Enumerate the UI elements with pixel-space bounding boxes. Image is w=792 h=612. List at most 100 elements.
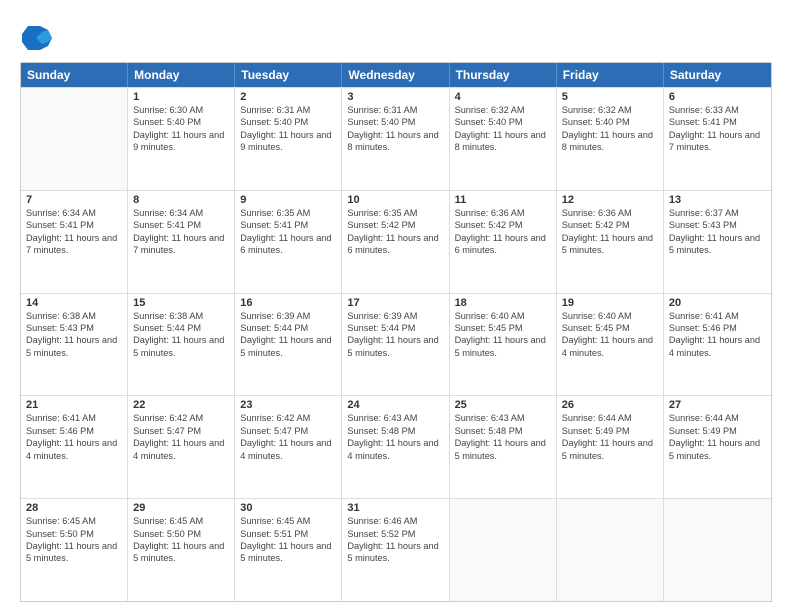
day-number: 24 xyxy=(347,399,443,411)
page: SundayMondayTuesdayWednesdayThursdayFrid… xyxy=(0,0,792,612)
cal-cell-14: 14Sunrise: 6:38 AM Sunset: 5:43 PM Dayli… xyxy=(21,294,128,396)
day-info: Sunrise: 6:36 AM Sunset: 5:42 PM Dayligh… xyxy=(562,207,658,257)
day-number: 11 xyxy=(455,194,551,206)
day-info: Sunrise: 6:35 AM Sunset: 5:41 PM Dayligh… xyxy=(240,207,336,257)
day-number: 27 xyxy=(669,399,766,411)
day-info: Sunrise: 6:45 AM Sunset: 5:51 PM Dayligh… xyxy=(240,515,336,565)
day-info: Sunrise: 6:42 AM Sunset: 5:47 PM Dayligh… xyxy=(133,412,229,462)
cal-cell-19: 19Sunrise: 6:40 AM Sunset: 5:45 PM Dayli… xyxy=(557,294,664,396)
day-info: Sunrise: 6:37 AM Sunset: 5:43 PM Dayligh… xyxy=(669,207,766,257)
day-info: Sunrise: 6:40 AM Sunset: 5:45 PM Dayligh… xyxy=(455,310,551,360)
cal-cell-empty-4-5 xyxy=(557,499,664,601)
day-info: Sunrise: 6:45 AM Sunset: 5:50 PM Dayligh… xyxy=(133,515,229,565)
header-day-sunday: Sunday xyxy=(21,63,128,87)
header xyxy=(20,18,772,50)
week-row-2: 14Sunrise: 6:38 AM Sunset: 5:43 PM Dayli… xyxy=(21,293,771,396)
day-number: 14 xyxy=(26,297,122,309)
day-info: Sunrise: 6:34 AM Sunset: 5:41 PM Dayligh… xyxy=(133,207,229,257)
day-number: 26 xyxy=(562,399,658,411)
day-info: Sunrise: 6:46 AM Sunset: 5:52 PM Dayligh… xyxy=(347,515,443,565)
cal-cell-21: 21Sunrise: 6:41 AM Sunset: 5:46 PM Dayli… xyxy=(21,396,128,498)
day-number: 2 xyxy=(240,91,336,103)
cal-cell-9: 9Sunrise: 6:35 AM Sunset: 5:41 PM Daylig… xyxy=(235,191,342,293)
day-info: Sunrise: 6:42 AM Sunset: 5:47 PM Dayligh… xyxy=(240,412,336,462)
cal-cell-18: 18Sunrise: 6:40 AM Sunset: 5:45 PM Dayli… xyxy=(450,294,557,396)
day-info: Sunrise: 6:38 AM Sunset: 5:43 PM Dayligh… xyxy=(26,310,122,360)
day-number: 1 xyxy=(133,91,229,103)
cal-cell-29: 29Sunrise: 6:45 AM Sunset: 5:50 PM Dayli… xyxy=(128,499,235,601)
cal-cell-8: 8Sunrise: 6:34 AM Sunset: 5:41 PM Daylig… xyxy=(128,191,235,293)
day-info: Sunrise: 6:31 AM Sunset: 5:40 PM Dayligh… xyxy=(240,104,336,154)
day-number: 13 xyxy=(669,194,766,206)
cal-cell-13: 13Sunrise: 6:37 AM Sunset: 5:43 PM Dayli… xyxy=(664,191,771,293)
day-info: Sunrise: 6:32 AM Sunset: 5:40 PM Dayligh… xyxy=(455,104,551,154)
day-info: Sunrise: 6:31 AM Sunset: 5:40 PM Dayligh… xyxy=(347,104,443,154)
day-info: Sunrise: 6:44 AM Sunset: 5:49 PM Dayligh… xyxy=(562,412,658,462)
day-number: 18 xyxy=(455,297,551,309)
header-day-saturday: Saturday xyxy=(664,63,771,87)
week-row-1: 7Sunrise: 6:34 AM Sunset: 5:41 PM Daylig… xyxy=(21,190,771,293)
logo-icon xyxy=(20,22,48,50)
logo xyxy=(20,22,52,50)
day-info: Sunrise: 6:39 AM Sunset: 5:44 PM Dayligh… xyxy=(240,310,336,360)
day-number: 17 xyxy=(347,297,443,309)
cal-cell-16: 16Sunrise: 6:39 AM Sunset: 5:44 PM Dayli… xyxy=(235,294,342,396)
day-number: 25 xyxy=(455,399,551,411)
day-number: 30 xyxy=(240,502,336,514)
day-info: Sunrise: 6:45 AM Sunset: 5:50 PM Dayligh… xyxy=(26,515,122,565)
day-number: 9 xyxy=(240,194,336,206)
day-number: 28 xyxy=(26,502,122,514)
header-day-tuesday: Tuesday xyxy=(235,63,342,87)
cal-cell-24: 24Sunrise: 6:43 AM Sunset: 5:48 PM Dayli… xyxy=(342,396,449,498)
cal-cell-6: 6Sunrise: 6:33 AM Sunset: 5:41 PM Daylig… xyxy=(664,88,771,190)
day-number: 29 xyxy=(133,502,229,514)
day-number: 22 xyxy=(133,399,229,411)
day-number: 3 xyxy=(347,91,443,103)
day-number: 5 xyxy=(562,91,658,103)
cal-cell-31: 31Sunrise: 6:46 AM Sunset: 5:52 PM Dayli… xyxy=(342,499,449,601)
cal-cell-17: 17Sunrise: 6:39 AM Sunset: 5:44 PM Dayli… xyxy=(342,294,449,396)
day-number: 20 xyxy=(669,297,766,309)
day-info: Sunrise: 6:33 AM Sunset: 5:41 PM Dayligh… xyxy=(669,104,766,154)
header-day-monday: Monday xyxy=(128,63,235,87)
day-number: 7 xyxy=(26,194,122,206)
cal-cell-1: 1Sunrise: 6:30 AM Sunset: 5:40 PM Daylig… xyxy=(128,88,235,190)
cal-cell-7: 7Sunrise: 6:34 AM Sunset: 5:41 PM Daylig… xyxy=(21,191,128,293)
cal-cell-10: 10Sunrise: 6:35 AM Sunset: 5:42 PM Dayli… xyxy=(342,191,449,293)
cal-cell-26: 26Sunrise: 6:44 AM Sunset: 5:49 PM Dayli… xyxy=(557,396,664,498)
cal-cell-28: 28Sunrise: 6:45 AM Sunset: 5:50 PM Dayli… xyxy=(21,499,128,601)
day-info: Sunrise: 6:44 AM Sunset: 5:49 PM Dayligh… xyxy=(669,412,766,462)
cal-cell-4: 4Sunrise: 6:32 AM Sunset: 5:40 PM Daylig… xyxy=(450,88,557,190)
day-info: Sunrise: 6:43 AM Sunset: 5:48 PM Dayligh… xyxy=(455,412,551,462)
day-info: Sunrise: 6:38 AM Sunset: 5:44 PM Dayligh… xyxy=(133,310,229,360)
cal-cell-2: 2Sunrise: 6:31 AM Sunset: 5:40 PM Daylig… xyxy=(235,88,342,190)
cal-cell-empty-4-6 xyxy=(664,499,771,601)
day-number: 15 xyxy=(133,297,229,309)
day-info: Sunrise: 6:40 AM Sunset: 5:45 PM Dayligh… xyxy=(562,310,658,360)
cal-cell-15: 15Sunrise: 6:38 AM Sunset: 5:44 PM Dayli… xyxy=(128,294,235,396)
cal-cell-23: 23Sunrise: 6:42 AM Sunset: 5:47 PM Dayli… xyxy=(235,396,342,498)
day-info: Sunrise: 6:36 AM Sunset: 5:42 PM Dayligh… xyxy=(455,207,551,257)
cal-cell-20: 20Sunrise: 6:41 AM Sunset: 5:46 PM Dayli… xyxy=(664,294,771,396)
week-row-3: 21Sunrise: 6:41 AM Sunset: 5:46 PM Dayli… xyxy=(21,395,771,498)
day-info: Sunrise: 6:39 AM Sunset: 5:44 PM Dayligh… xyxy=(347,310,443,360)
day-number: 4 xyxy=(455,91,551,103)
cal-cell-22: 22Sunrise: 6:42 AM Sunset: 5:47 PM Dayli… xyxy=(128,396,235,498)
cal-cell-25: 25Sunrise: 6:43 AM Sunset: 5:48 PM Dayli… xyxy=(450,396,557,498)
cal-cell-12: 12Sunrise: 6:36 AM Sunset: 5:42 PM Dayli… xyxy=(557,191,664,293)
cal-cell-3: 3Sunrise: 6:31 AM Sunset: 5:40 PM Daylig… xyxy=(342,88,449,190)
cal-cell-empty-0-0 xyxy=(21,88,128,190)
day-info: Sunrise: 6:43 AM Sunset: 5:48 PM Dayligh… xyxy=(347,412,443,462)
cal-cell-30: 30Sunrise: 6:45 AM Sunset: 5:51 PM Dayli… xyxy=(235,499,342,601)
day-info: Sunrise: 6:41 AM Sunset: 5:46 PM Dayligh… xyxy=(669,310,766,360)
week-row-4: 28Sunrise: 6:45 AM Sunset: 5:50 PM Dayli… xyxy=(21,498,771,601)
header-day-wednesday: Wednesday xyxy=(342,63,449,87)
day-number: 21 xyxy=(26,399,122,411)
day-number: 12 xyxy=(562,194,658,206)
day-info: Sunrise: 6:30 AM Sunset: 5:40 PM Dayligh… xyxy=(133,104,229,154)
day-info: Sunrise: 6:32 AM Sunset: 5:40 PM Dayligh… xyxy=(562,104,658,154)
day-number: 23 xyxy=(240,399,336,411)
day-info: Sunrise: 6:34 AM Sunset: 5:41 PM Dayligh… xyxy=(26,207,122,257)
day-info: Sunrise: 6:41 AM Sunset: 5:46 PM Dayligh… xyxy=(26,412,122,462)
calendar-header: SundayMondayTuesdayWednesdayThursdayFrid… xyxy=(21,63,771,87)
